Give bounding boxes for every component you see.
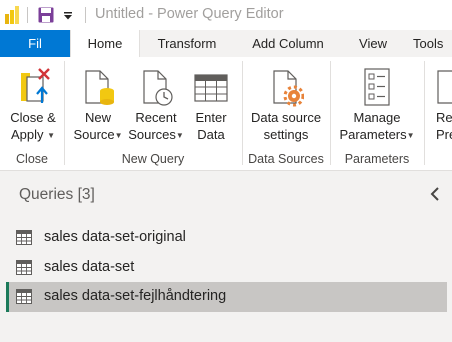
enter-data-label-line1: Enter (195, 110, 227, 125)
refresh-preview-icon (437, 70, 452, 104)
new-source-label-line2: Source (73, 127, 115, 142)
manage-parameters-button[interactable]: Manage Parameters▼ (334, 61, 420, 147)
refresh-preview-label-line2: Pre (436, 127, 452, 142)
tab-file[interactable]: Fil (0, 30, 70, 57)
chevron-down-icon: ▼ (114, 131, 123, 141)
recent-sources-icon (143, 70, 173, 106)
group-separator (330, 61, 331, 165)
title-separator (85, 7, 86, 23)
recent-sources-label-line1: Recent (135, 110, 177, 125)
chevron-down-icon: ▼ (175, 131, 184, 141)
chevron-down-icon: ▼ (406, 131, 415, 141)
manage-parameters-label: Manage Parameters▼ (334, 109, 420, 144)
group-separator (64, 61, 65, 165)
recent-sources-label: Recent Sources▼ (126, 109, 186, 144)
enter-data-button[interactable]: Enter Data (186, 61, 236, 147)
data-source-settings-label-line2: settings (263, 127, 309, 142)
enter-data-label-line2: Data (197, 127, 225, 142)
enter-data-label: Enter Data (186, 109, 236, 143)
data-source-settings-button[interactable]: Data source settings (246, 61, 326, 147)
tab-home[interactable]: Home (70, 30, 140, 58)
query-item-sales-data-set-original[interactable]: sales data-set-original (6, 223, 447, 253)
tab-view[interactable]: View (348, 30, 398, 57)
queries-pane: Queries [3] sales data-set-original sale… (0, 171, 452, 342)
close-apply-icon (21, 68, 50, 103)
refresh-preview-label-line1: Re (436, 110, 452, 125)
recent-sources-button[interactable]: Recent Sources▼ (126, 61, 186, 147)
table-icon (16, 260, 32, 275)
title-separator (27, 7, 28, 23)
window-title: Untitled - Power Query Editor (95, 6, 284, 22)
table-icon (194, 74, 228, 102)
close-apply-label-line2: Apply (10, 127, 44, 142)
parameters-icon (364, 68, 390, 106)
query-label: sales data-set (44, 259, 135, 275)
new-source-button[interactable]: New Source▼ (70, 61, 126, 147)
refresh-preview-label: Re Pre (436, 109, 452, 143)
data-source-settings-label: Data source settings (246, 109, 326, 143)
new-source-label-line1: New (84, 110, 111, 125)
queries-header: Queries [3] (19, 186, 95, 203)
ribbon: Close & Apply ▼ Close New Source▼ Recent… (0, 57, 452, 171)
query-item-sales-data-set[interactable]: sales data-set (6, 253, 447, 283)
recent-sources-label-line2: Sources (128, 127, 176, 142)
group-label-close: Close (16, 152, 48, 166)
group-label-data-sources: Data Sources (248, 152, 324, 166)
group-label-new-query: New Query (121, 152, 185, 166)
chevron-left-icon[interactable] (428, 185, 442, 203)
title-bar: Untitled - Power Query Editor (0, 0, 452, 30)
quick-access-dropdown-icon[interactable] (63, 12, 73, 20)
query-label: sales data-set-original (44, 229, 186, 245)
close-apply-label: Close & Apply ▼ (4, 109, 62, 144)
chevron-down-icon: ▼ (47, 131, 56, 141)
power-bi-logo-icon (5, 6, 19, 24)
manage-parameters-label-line2: Parameters (339, 127, 407, 142)
save-icon[interactable] (38, 7, 54, 23)
query-item-sales-data-set-fejlhandtering[interactable]: sales data-set-fejlhåndtering (6, 282, 447, 312)
refresh-preview-button[interactable]: Re Pre (428, 61, 452, 147)
tab-transform[interactable]: Transform (146, 30, 228, 57)
query-label: sales data-set-fejlhåndtering (44, 288, 227, 304)
group-separator (424, 61, 425, 165)
new-source-icon (85, 70, 114, 105)
new-source-label: New Source▼ (70, 109, 126, 144)
tab-add-column[interactable]: Add Column (243, 30, 333, 57)
table-icon (16, 230, 32, 245)
selection-indicator (6, 282, 9, 312)
close-apply-label-line1: Close & (10, 110, 56, 125)
manage-parameters-label-line1: Manage (353, 110, 401, 125)
group-separator (242, 61, 243, 165)
tab-tools[interactable]: Tools (413, 30, 452, 57)
gear-document-icon (273, 70, 304, 107)
table-icon (16, 289, 32, 304)
close-apply-button[interactable]: Close & Apply ▼ (4, 61, 62, 147)
data-source-settings-label-line1: Data source (250, 110, 322, 125)
ribbon-tabs: Fil Home Transform Add Column View Tools (0, 30, 452, 58)
group-label-parameters: Parameters (344, 152, 410, 166)
